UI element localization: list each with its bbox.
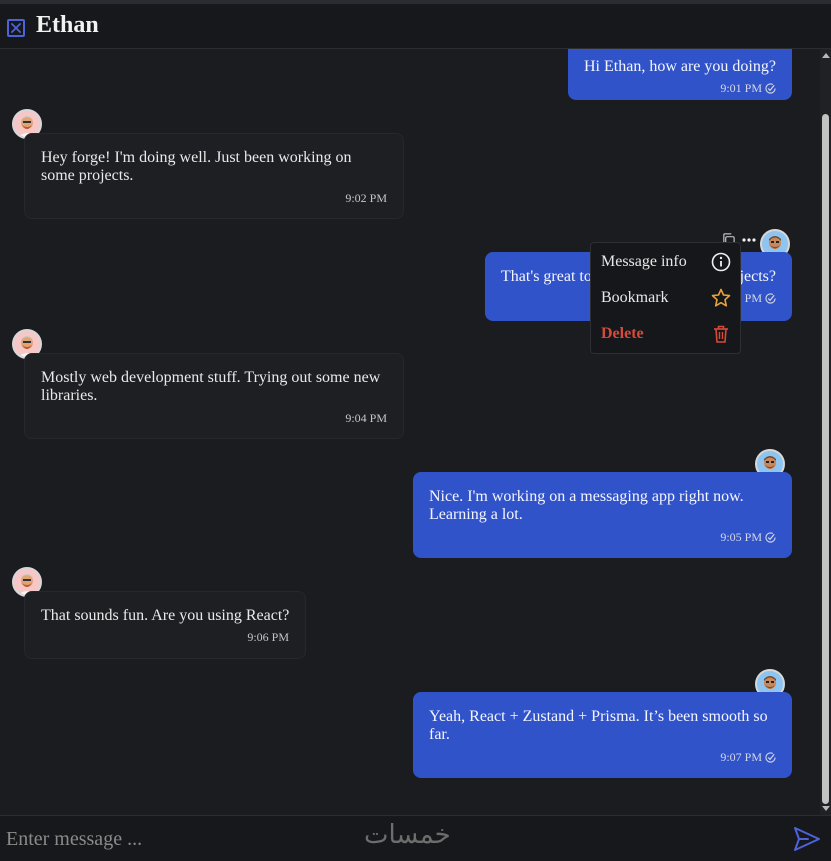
message-time: 9:01 PM [720, 81, 762, 95]
message-text: Hi Ethan, how are you doing? [584, 58, 776, 75]
message-text: That sounds fun. Are you using React? [41, 607, 290, 624]
menu-item-bookmark[interactable]: Bookmark [601, 284, 731, 312]
message-meta: 9:02 PM [345, 189, 387, 207]
scroll-up-arrow[interactable] [822, 53, 830, 58]
scroll-thumb[interactable] [822, 114, 829, 804]
contact-name: Ethan [36, 12, 99, 38]
watermark: خمسات [364, 820, 451, 850]
outgoing-message[interactable]: Hi Ethan, how are you doing? 9:01 PM [568, 49, 792, 100]
message-time: 9:04 PM [345, 411, 387, 425]
message-text: Nice. I'm working on a messaging app rig… [429, 488, 744, 523]
message-meta: 9:06 PM [247, 628, 289, 646]
message-input[interactable] [4, 824, 708, 854]
incoming-message[interactable]: Hey forge! I'm doing well. Just been wor… [24, 133, 404, 219]
outgoing-message[interactable]: Yeah, React + Zustand + Prisma. It’s bee… [413, 692, 792, 778]
menu-item-delete[interactable]: Delete [601, 320, 731, 348]
read-check-icon [765, 292, 776, 304]
info-icon [711, 252, 731, 272]
outgoing-message[interactable]: Nice. I'm working on a messaging app rig… [413, 472, 792, 558]
message-text-end: jects? [739, 268, 776, 285]
menu-item-label: Bookmark [601, 289, 669, 306]
message-meta: PM [745, 289, 776, 307]
menu-item-label: Delete [601, 325, 644, 342]
message-time: 9:05 PM [720, 530, 762, 544]
scroll-down-arrow[interactable] [822, 806, 830, 811]
message-composer: خمسات [0, 815, 831, 861]
send-icon [794, 827, 820, 851]
send-button[interactable] [793, 826, 821, 852]
message-meta: 9:01 PM [720, 79, 776, 97]
chat-scrollbar[interactable] [820, 49, 831, 815]
read-check-icon [765, 82, 776, 94]
menu-item-message-info[interactable]: Message info [601, 248, 731, 276]
message-context-menu: Message info Bookmark Delete [590, 242, 741, 354]
message-time: 9:07 PM [720, 750, 762, 764]
incoming-message[interactable]: That sounds fun. Are you using React? 9:… [24, 591, 306, 659]
trash-icon [714, 325, 728, 343]
message-meta: 9:07 PM [720, 748, 776, 766]
message-time: 9:06 PM [247, 630, 289, 644]
message-meta: 9:04 PM [345, 409, 387, 427]
read-check-icon [765, 531, 776, 543]
message-text: Yeah, React + Zustand + Prisma. It’s bee… [429, 708, 768, 743]
close-chat-button[interactable] [7, 19, 25, 37]
message-time: PM [744, 291, 762, 305]
message-time: 9:02 PM [345, 191, 387, 205]
more-options-icon[interactable] [742, 237, 756, 243]
menu-item-label: Message info [601, 253, 687, 270]
message-list[interactable]: Hi Ethan, how are you doing? 9:01 PM Hey… [0, 49, 820, 815]
chat-header: Ethan [0, 4, 831, 49]
message-text: Hey forge! I'm doing well. Just been wor… [41, 149, 352, 184]
message-text: That's great to [501, 268, 592, 285]
close-icon [11, 23, 21, 33]
message-meta: 9:05 PM [720, 528, 776, 546]
incoming-message[interactable]: Mostly web development stuff. Trying out… [24, 353, 404, 439]
read-check-icon [765, 751, 776, 763]
message-text: Mostly web development stuff. Trying out… [41, 369, 381, 404]
star-icon [711, 288, 731, 307]
